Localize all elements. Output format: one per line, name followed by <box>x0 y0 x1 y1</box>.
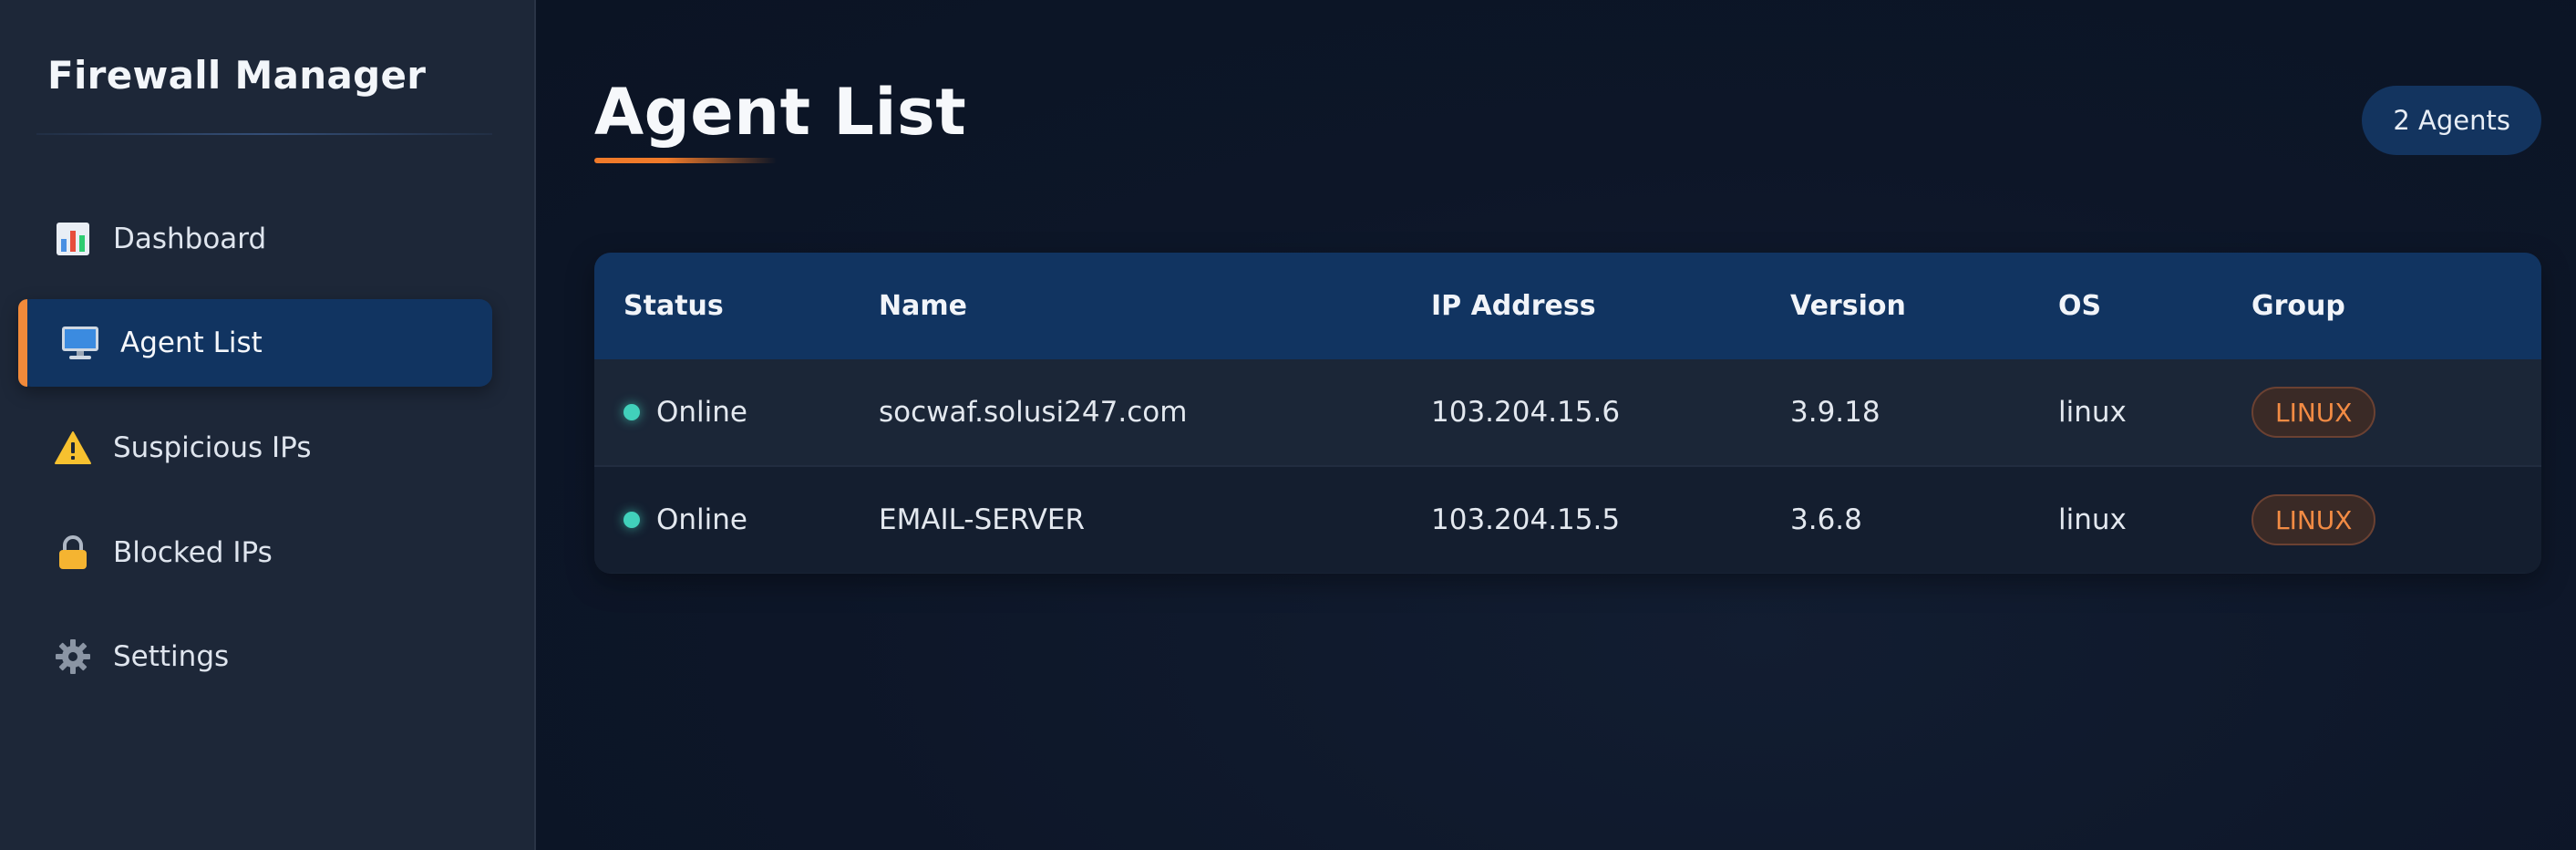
sidebar-item-settings[interactable]: Settings <box>18 613 492 700</box>
version-cell: 3.6.8 <box>1790 503 1862 536</box>
brand-divider <box>36 133 492 135</box>
table-header-row: Status Name IP Address Version OS Group <box>594 253 2541 359</box>
ip-address-cell: 103.204.15.5 <box>1431 503 1621 536</box>
status-text: Online <box>656 396 747 429</box>
sidebar-item-label: Settings <box>113 640 230 673</box>
sidebar-item-blocked-ips[interactable]: Blocked IPs <box>18 509 492 596</box>
status-text: Online <box>656 503 747 536</box>
column-header-status[interactable]: Status <box>594 253 879 359</box>
agent-name-cell: EMAIL-SERVER <box>879 503 1086 536</box>
version-cell: 3.9.18 <box>1790 396 1880 429</box>
table-body: Online socwaf.solusi247.com 103.204.15.6… <box>594 359 2541 573</box>
agent-name-cell: socwaf.solusi247.com <box>879 396 1188 429</box>
sidebar-item-label: Blocked IPs <box>113 536 273 569</box>
sidebar-item-agent-list[interactable]: Agent List <box>18 299 492 387</box>
group-cell: LINUX <box>2251 359 2541 466</box>
column-header-version[interactable]: Version <box>1790 253 2058 359</box>
group-tag: LINUX <box>2251 387 2376 438</box>
sidebar-item-dashboard[interactable]: Dashboard <box>18 195 492 283</box>
sidebar-item-label: Agent List <box>120 327 263 359</box>
status-cell: Online <box>594 359 879 466</box>
brand-title: Firewall Manager <box>47 53 427 98</box>
bar-chart-icon <box>53 219 93 259</box>
sidebar-item-suspicious-ips[interactable]: Suspicious IPs <box>18 404 492 492</box>
page-title: Agent List <box>594 75 967 150</box>
app-root: Firewall Manager Dashboard Agent List Su… <box>0 0 2576 850</box>
status-cell: Online <box>594 466 879 573</box>
column-header-ip-address[interactable]: IP Address <box>1431 253 1790 359</box>
agent-count-badge: 2 Agents <box>2362 86 2541 155</box>
group-cell: LINUX <box>2251 466 2541 573</box>
computer-icon <box>60 323 100 363</box>
title-underline <box>594 158 777 163</box>
group-tag: LINUX <box>2251 494 2376 545</box>
main-content: Agent List 2 Agents Status Name IP Addre… <box>536 0 2576 850</box>
table-row[interactable]: Online EMAIL-SERVER 103.204.15.5 3.6.8 l… <box>594 466 2541 573</box>
sidebar-item-label: Suspicious IPs <box>113 431 312 464</box>
os-cell: linux <box>2058 396 2127 429</box>
column-header-group[interactable]: Group <box>2251 253 2541 359</box>
table-header: Status Name IP Address Version OS Group <box>594 253 2541 359</box>
warning-icon <box>53 428 93 468</box>
ip-address-cell: 103.204.15.6 <box>1431 396 1621 429</box>
agent-table: Status Name IP Address Version OS Group <box>594 253 2541 573</box>
sidebar-item-label: Dashboard <box>113 223 267 255</box>
online-status-dot <box>623 404 640 420</box>
agent-table-card: Status Name IP Address Version OS Group <box>594 253 2541 574</box>
os-cell: linux <box>2058 503 2127 536</box>
gear-icon <box>53 637 93 677</box>
online-status-dot <box>623 512 640 528</box>
sidebar: Firewall Manager Dashboard Agent List Su… <box>0 0 536 850</box>
column-header-os[interactable]: OS <box>2058 253 2251 359</box>
lock-icon <box>53 533 93 573</box>
column-header-name[interactable]: Name <box>879 253 1431 359</box>
table-row[interactable]: Online socwaf.solusi247.com 103.204.15.6… <box>594 359 2541 466</box>
